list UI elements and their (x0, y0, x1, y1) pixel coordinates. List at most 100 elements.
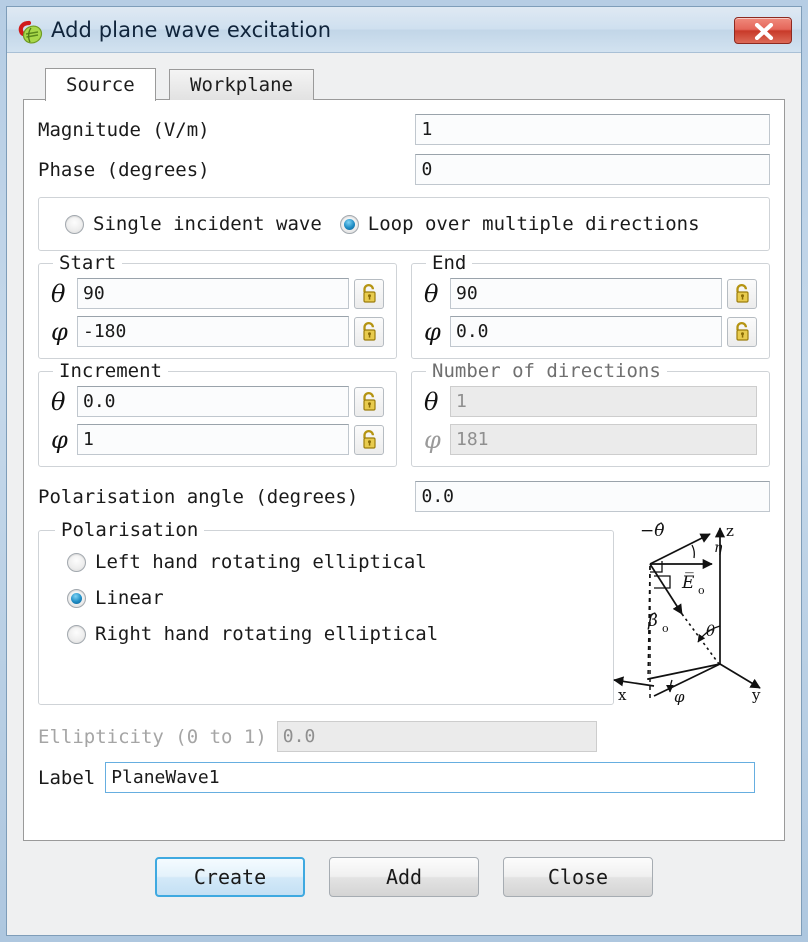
window-inner: Add plane wave excitation Source Workpla… (6, 6, 802, 936)
numdir-theta-input (450, 386, 757, 417)
end-phi-row: φ (424, 316, 757, 347)
polarisation-section: Polarisation Left hand rotating elliptic… (38, 519, 770, 706)
radio-button-selected-icon (339, 214, 359, 234)
theta-symbol: θ (51, 387, 66, 416)
diagram-label-z: z (726, 522, 734, 540)
numdir-theta-row: θ (424, 386, 757, 417)
polarisation-angle-row: Polarisation angle (degrees) (38, 481, 770, 512)
ellipticity-input (276, 721, 597, 752)
end-theta-unlocked-padlock-icon[interactable] (727, 278, 757, 309)
increment-phi-input[interactable] (77, 424, 349, 455)
increment-group: Increment θ 0.0 φ 1 (38, 360, 397, 467)
end-phi-input[interactable] (450, 316, 722, 347)
end-theta-input[interactable] (450, 278, 722, 309)
polarisation-group: Polarisation Left hand rotating elliptic… (38, 519, 614, 705)
increment-theta-row: θ (51, 386, 384, 417)
end-group: End θ 90 φ 0.0 (411, 252, 770, 359)
radio-button-icon (67, 624, 86, 644)
phi-symbol: φ (424, 317, 441, 346)
increment-theta-input[interactable] (77, 386, 349, 417)
polarisation-coordinate-diagram: z y x −θ̂ η E̅ o β̂ o θ φ (610, 514, 770, 706)
phi-symbol: φ (51, 317, 68, 346)
diagram-label-x: x (618, 686, 627, 704)
start-theta-row: θ (51, 278, 384, 309)
phi-symbol: φ (424, 425, 441, 454)
increment-group-title: Increment (53, 360, 168, 382)
end-group-title: End (426, 252, 473, 274)
start-group-title: Start (53, 252, 123, 274)
diagram-label-theta-hat-negative: −θ̂ (640, 521, 664, 541)
increment-numdir-columns: Increment θ 0.0 φ 1 Number of directions… (38, 359, 770, 467)
cadfeko-app-icon (18, 20, 44, 46)
phi-symbol: φ (51, 425, 68, 454)
radio-label: Single incident wave (93, 213, 322, 235)
magnitude-label: Magnitude (V/m) (38, 118, 210, 141)
diagram-label-theta: θ (706, 622, 715, 640)
radio-linear[interactable]: Linear (67, 587, 595, 609)
polarisation-angle-input[interactable] (415, 481, 770, 512)
start-end-columns: Start θ 90 φ -180 End θ 90 φ 0.0 (38, 251, 770, 359)
increment-phi-unlocked-padlock-icon[interactable] (354, 424, 384, 455)
diagram-label-phi: φ (674, 688, 685, 706)
start-theta-unlocked-padlock-icon[interactable] (354, 278, 384, 309)
start-column: Start θ 90 φ -180 (38, 251, 397, 359)
start-group: Start θ 90 φ -180 (38, 252, 397, 359)
increment-phi-row: φ (51, 424, 384, 455)
start-phi-row: φ (51, 316, 384, 347)
close-icon[interactable] (734, 17, 792, 44)
theta-symbol: θ (424, 279, 439, 308)
increment-theta-unlocked-padlock-icon[interactable] (354, 386, 384, 417)
diagram-label-beta-sub: o (662, 622, 669, 635)
dialog-window: Add plane wave excitation Source Workpla… (0, 0, 808, 942)
numdir-phi-row: φ (424, 424, 757, 455)
start-theta-input[interactable] (77, 278, 349, 309)
label-row: Label (38, 762, 770, 793)
diagram-label-e-field: E̅ (681, 572, 695, 593)
end-theta-row: θ (424, 278, 757, 309)
radio-label: Loop over multiple directions (367, 213, 700, 235)
increment-column: Increment θ 0.0 φ 1 (38, 359, 397, 467)
tab-workplane[interactable]: Workplane (169, 69, 314, 100)
radio-left-hand-rotating-elliptical[interactable]: Left hand rotating elliptical (67, 551, 595, 573)
source-tab-panel: Magnitude (V/m) Phase (degrees) Single i… (23, 99, 785, 841)
add-button[interactable]: Add (329, 857, 479, 897)
phase-label: Phase (degrees) (38, 158, 210, 181)
radio-single-incident-wave[interactable]: Single incident wave (65, 213, 322, 235)
radio-button-icon (65, 214, 84, 234)
number-of-directions-group: Number of directions θ φ (411, 360, 770, 467)
end-phi-unlocked-padlock-icon[interactable] (727, 316, 757, 347)
radio-button-selected-icon (67, 588, 86, 608)
start-phi-input[interactable] (77, 316, 349, 347)
numdir-phi-input (450, 424, 757, 455)
number-of-directions-group-title: Number of directions (426, 360, 667, 382)
radio-label: Linear (95, 587, 164, 609)
diagram-label-eta: η (714, 540, 723, 556)
diagram-label-e-field-sub: o (698, 584, 705, 597)
phase-input[interactable] (415, 154, 770, 185)
create-button[interactable]: Create (155, 857, 305, 897)
incident-mode-group: Single incident wave Loop over multiple … (38, 197, 770, 251)
label-input[interactable] (105, 762, 756, 793)
polarisation-group-title: Polarisation (55, 519, 205, 541)
polarisation-angle-label: Polarisation angle (degrees) (38, 485, 359, 508)
radio-label: Right hand rotating elliptical (95, 623, 439, 645)
magnitude-row: Magnitude (V/m) (38, 114, 770, 145)
magnitude-input[interactable] (415, 114, 770, 145)
tab-source[interactable]: Source (45, 68, 156, 101)
dialog-client-area: Source Workplane Magnitude (V/m) Phase (… (7, 53, 801, 935)
diagram-label-beta-hat: β̂ (647, 611, 658, 631)
radio-button-icon (67, 552, 86, 572)
start-phi-unlocked-padlock-icon[interactable] (354, 316, 384, 347)
phase-row: Phase (degrees) (38, 154, 770, 185)
titlebar[interactable]: Add plane wave excitation (7, 7, 801, 53)
label-field-label: Label (38, 766, 96, 789)
radio-right-hand-rotating-elliptical[interactable]: Right hand rotating elliptical (67, 623, 595, 645)
window-title: Add plane wave excitation (51, 18, 332, 42)
close-button[interactable]: Close (503, 857, 653, 897)
theta-symbol: θ (51, 279, 66, 308)
tabstrip: Source Workplane (45, 67, 785, 101)
ellipticity-row: Ellipticity (0 to 1) (38, 721, 770, 752)
dialog-button-bar: Create Add Close (23, 857, 785, 897)
radio-loop-over-multiple-directions[interactable]: Loop over multiple directions (339, 213, 700, 235)
diagram-label-y: y (751, 686, 761, 704)
